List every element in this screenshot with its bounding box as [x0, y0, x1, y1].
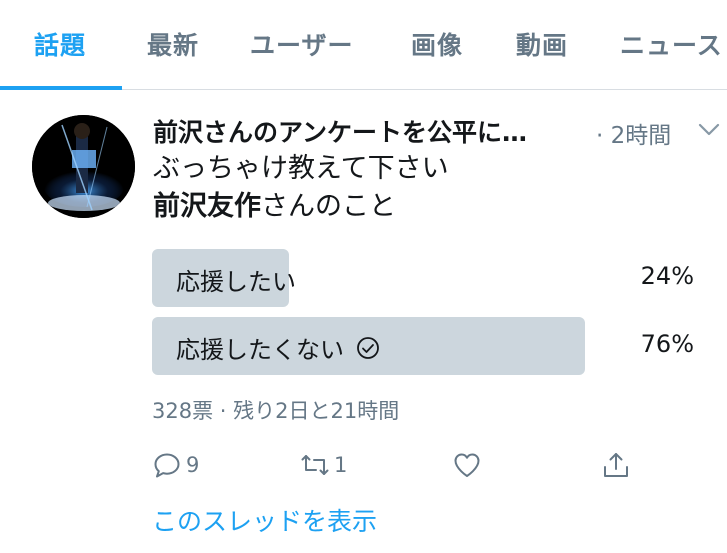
tweet-author-name[interactable]: 前沢さんのアンケートを公平に…: [153, 113, 593, 149]
tab-users[interactable]: ユーザー: [250, 26, 354, 62]
tab-news[interactable]: ニュース: [620, 26, 723, 62]
tweet-timestamp[interactable]: · 2時間: [596, 116, 671, 150]
tab-images[interactable]: 画像: [411, 26, 463, 62]
poll-meta: 328票 · 残り2日と21時間: [152, 399, 400, 423]
tab-videos[interactable]: 動画: [516, 26, 568, 62]
poll-option-1: 応援したい 24%: [152, 249, 694, 307]
show-thread-link[interactable]: このスレッドを表示: [152, 502, 377, 538]
active-tab-indicator: [0, 86, 122, 90]
reply-button[interactable]: 9: [152, 449, 199, 481]
poll-option-percent: 76%: [640, 330, 694, 358]
search-tabs: 話題 最新 ユーザー 画像 動画 ニュース: [0, 0, 727, 90]
retweet-button[interactable]: 1: [300, 449, 347, 481]
poll-option-percent: 24%: [640, 262, 694, 290]
like-icon: [454, 453, 480, 477]
chevron-down-icon[interactable]: [697, 121, 721, 139]
tab-latest[interactable]: 最新: [147, 26, 199, 62]
tweet-text-line1: ぶっちゃけ教えて下さい: [153, 153, 449, 184]
share-button[interactable]: [601, 449, 635, 481]
tweet-text-rest: さんのこと: [261, 191, 396, 222]
share-icon: [604, 453, 628, 477]
avatar-image: [32, 115, 135, 218]
like-button[interactable]: [452, 449, 486, 481]
poll-option-label: 応援したい: [176, 268, 296, 296]
tweet-text-bold: 前沢友作: [153, 191, 261, 222]
check-circle-icon: [357, 336, 379, 359]
poll-option-2: 応援したくない 76%: [152, 317, 694, 375]
reply-count: 9: [186, 453, 200, 477]
tab-top[interactable]: 話題: [34, 26, 86, 62]
reply-icon: [154, 453, 180, 478]
retweet-icon: [301, 455, 329, 475]
retweet-count: 1: [334, 453, 348, 477]
tweet-text: ぶっちゃけ教えて下さい 前沢友作さんのこと: [153, 150, 449, 226]
poll-option-label: 応援したくない: [176, 330, 380, 365]
tweet-text-line2: 前沢友作さんのこと: [153, 188, 449, 226]
avatar[interactable]: [32, 115, 135, 218]
